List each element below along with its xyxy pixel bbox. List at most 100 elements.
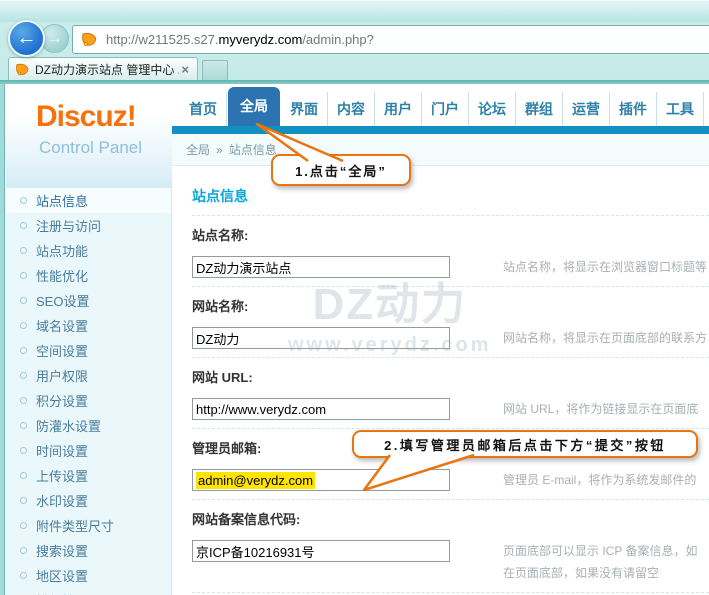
sidebar-item-space[interactable]: 空间设置 <box>6 338 171 363</box>
discuz-logo: Discuz! <box>36 100 172 134</box>
field-label: 站点名称: <box>192 225 709 244</box>
input-value: DZ动力演示站点 <box>196 258 291 277</box>
browser-back-button[interactable]: ← <box>8 20 45 57</box>
field-label: 网站备案信息代码: <box>192 509 709 528</box>
bullet-icon <box>20 497 27 504</box>
sidebar-item-label: 附件类型尺寸 <box>36 516 114 535</box>
sidebar-item-watermark[interactable]: 水印设置 <box>6 488 171 513</box>
sidebar-item-label: 空间设置 <box>36 341 88 360</box>
tab-close-icon[interactable]: × <box>179 62 191 77</box>
sidebar-item-label: 防灌水设置 <box>36 416 101 435</box>
nav-global[interactable]: 全局 <box>228 87 280 126</box>
sidebar-item-label: 时间设置 <box>36 441 88 460</box>
breadcrumb-separator: » <box>216 143 223 157</box>
sidebar-item-label: 注册与访问 <box>36 216 101 235</box>
highlighted-input-value: admin@verydz.com <box>196 472 315 489</box>
form-content: 站点信息 站点名称: DZ动力演示站点 站点名称，将显示在浏览器窗口标题等 网站… <box>172 166 709 593</box>
logo-area: Discuz! Control Panel <box>6 84 172 188</box>
icp-code-input[interactable]: 京ICP备10216931号 <box>192 540 450 562</box>
sidebar-item-antispam[interactable]: 防灌水设置 <box>6 413 171 438</box>
input-value: 京ICP备10216931号 <box>196 542 315 561</box>
page-title: 站点信息 <box>192 186 709 206</box>
address-bar[interactable]: http://w211525.s27.myverydz.com/admin.ph… <box>72 25 709 54</box>
field-website-url: 网站 URL: http://www.verydz.com 网站 URL，将作为… <box>192 357 709 428</box>
field-site-name: 站点名称: DZ动力演示站点 站点名称，将显示在浏览器窗口标题等 <box>192 215 709 286</box>
breadcrumb-current: 站点信息 <box>229 141 277 158</box>
window-left-edge <box>0 84 5 595</box>
bullet-icon <box>20 422 27 429</box>
sidebar-item-domain[interactable]: 域名设置 <box>6 313 171 338</box>
url-text: http://w211525.s27.myverydz.com/admin.ph… <box>106 32 374 47</box>
bullet-icon <box>20 547 27 554</box>
breadcrumb: 全局 » 站点信息 <box>172 134 709 166</box>
bullet-icon <box>20 272 27 279</box>
sidebar-item-label: 上传设置 <box>36 466 88 485</box>
nav-cloud[interactable]: 云平台 <box>704 92 709 126</box>
sidebar-item-region[interactable]: 地区设置 <box>6 563 171 588</box>
sidebar-item-label: 域名设置 <box>36 316 88 335</box>
annotation-step1: 1.点击“全局” <box>271 154 411 186</box>
nav-home[interactable]: 首页 <box>180 92 227 126</box>
field-hint: 管理员 E-mail，将作为系统发邮件的 <box>503 469 696 491</box>
nav-tools[interactable]: 工具 <box>657 92 704 126</box>
browser-window: ← → http://w211525.s27.myverydz.com/admi… <box>0 0 709 595</box>
field-website-name: 网站名称: DZ动力 网站名称，将显示在页面底部的联系方 <box>192 286 709 357</box>
sidebar-item-credits[interactable]: 积分设置 <box>6 388 171 413</box>
bullet-icon <box>20 472 27 479</box>
sidebar-item-attachment-types[interactable]: 附件类型尺寸 <box>6 513 171 538</box>
sidebar-item-upload[interactable]: 上传设置 <box>6 463 171 488</box>
nav-portal[interactable]: 门户 <box>422 92 469 126</box>
nav-groups[interactable]: 群组 <box>516 92 563 126</box>
sidebar-item-user-permissions[interactable]: 用户权限 <box>6 363 171 388</box>
tab-title: DZ动力演示站点 管理中心 ... <box>35 61 179 78</box>
nav-operation[interactable]: 运营 <box>563 92 610 126</box>
website-url-input[interactable]: http://www.verydz.com <box>192 398 450 420</box>
annotation-step2: 2.填写管理员邮箱后点击下方“提交”按钮 <box>352 430 698 458</box>
field-label: 网站 URL: <box>192 367 709 386</box>
main-nav: 首页 全局 界面 内容 用户 门户 论坛 群组 运营 插件 工具 云平台 站长 <box>172 84 709 126</box>
bullet-icon <box>20 572 27 579</box>
sidebar-item-label: 积分设置 <box>36 391 88 410</box>
nav-plugins[interactable]: 插件 <box>610 92 657 126</box>
sidebar-item-label: 搜索设置 <box>36 541 88 560</box>
nav-users[interactable]: 用户 <box>375 92 422 126</box>
tab-favicon-icon <box>15 63 30 77</box>
breadcrumb-section[interactable]: 全局 <box>186 141 210 158</box>
browser-tab[interactable]: DZ动力演示站点 管理中心 ... × <box>8 57 198 81</box>
bullet-icon <box>20 247 27 254</box>
input-value: DZ动力 <box>196 329 239 348</box>
bullet-icon <box>20 372 27 379</box>
bullet-icon <box>20 222 27 229</box>
nav-interface[interactable]: 界面 <box>281 92 328 126</box>
site-name-input[interactable]: DZ动力演示站点 <box>192 256 450 278</box>
sidebar-item-label: 地区设置 <box>36 566 88 585</box>
sidebar-item-ranking[interactable]: 排行榜设置 <box>6 588 171 595</box>
sidebar-item-site-functions[interactable]: 站点功能 <box>6 238 171 263</box>
field-hint: 网站 URL，将作为链接显示在页面底 <box>503 398 698 420</box>
sidebar-item-label: 水印设置 <box>36 491 88 510</box>
sidebar-item-register-access[interactable]: 注册与访问 <box>6 213 171 238</box>
admin-email-input[interactable]: admin@verydz.com <box>192 469 450 491</box>
sidebar-item-label: 排行榜设置 <box>36 591 101 595</box>
sidebar-item-search[interactable]: 搜索设置 <box>6 538 171 563</box>
sidebar-item-label: 性能优化 <box>36 266 88 285</box>
new-tab-stub[interactable] <box>202 60 228 81</box>
sidebar-item-performance[interactable]: 性能优化 <box>6 263 171 288</box>
website-name-input[interactable]: DZ动力 <box>192 327 450 349</box>
sidebar-item-seo[interactable]: SEO设置 <box>6 288 171 313</box>
site-favicon-icon <box>81 32 98 48</box>
field-icp-code: 网站备案信息代码: 京ICP备10216931号 页面底部可以显示 ICP 备案… <box>192 499 709 593</box>
sidebar-item-time[interactable]: 时间设置 <box>6 438 171 463</box>
bullet-icon <box>20 197 27 204</box>
nav-content[interactable]: 内容 <box>328 92 375 126</box>
sidebar-item-label: SEO设置 <box>36 291 89 310</box>
field-hint: 网站名称，将显示在页面底部的联系方 <box>503 327 707 349</box>
nav-forum[interactable]: 论坛 <box>469 92 516 126</box>
hint-line-1: 页面底部可以显示 ICP 备案信息，如 <box>503 540 697 562</box>
hint-line-2: 在页面底部，如果没有请留空 <box>503 562 697 584</box>
sidebar-item-site-info[interactable]: 站点信息 <box>6 188 171 213</box>
field-hint: 页面底部可以显示 ICP 备案信息，如 在页面底部，如果没有请留空 <box>503 540 697 584</box>
field-label: 网站名称: <box>192 296 709 315</box>
sidebar-item-label: 站点信息 <box>36 191 88 210</box>
bullet-icon <box>20 347 27 354</box>
